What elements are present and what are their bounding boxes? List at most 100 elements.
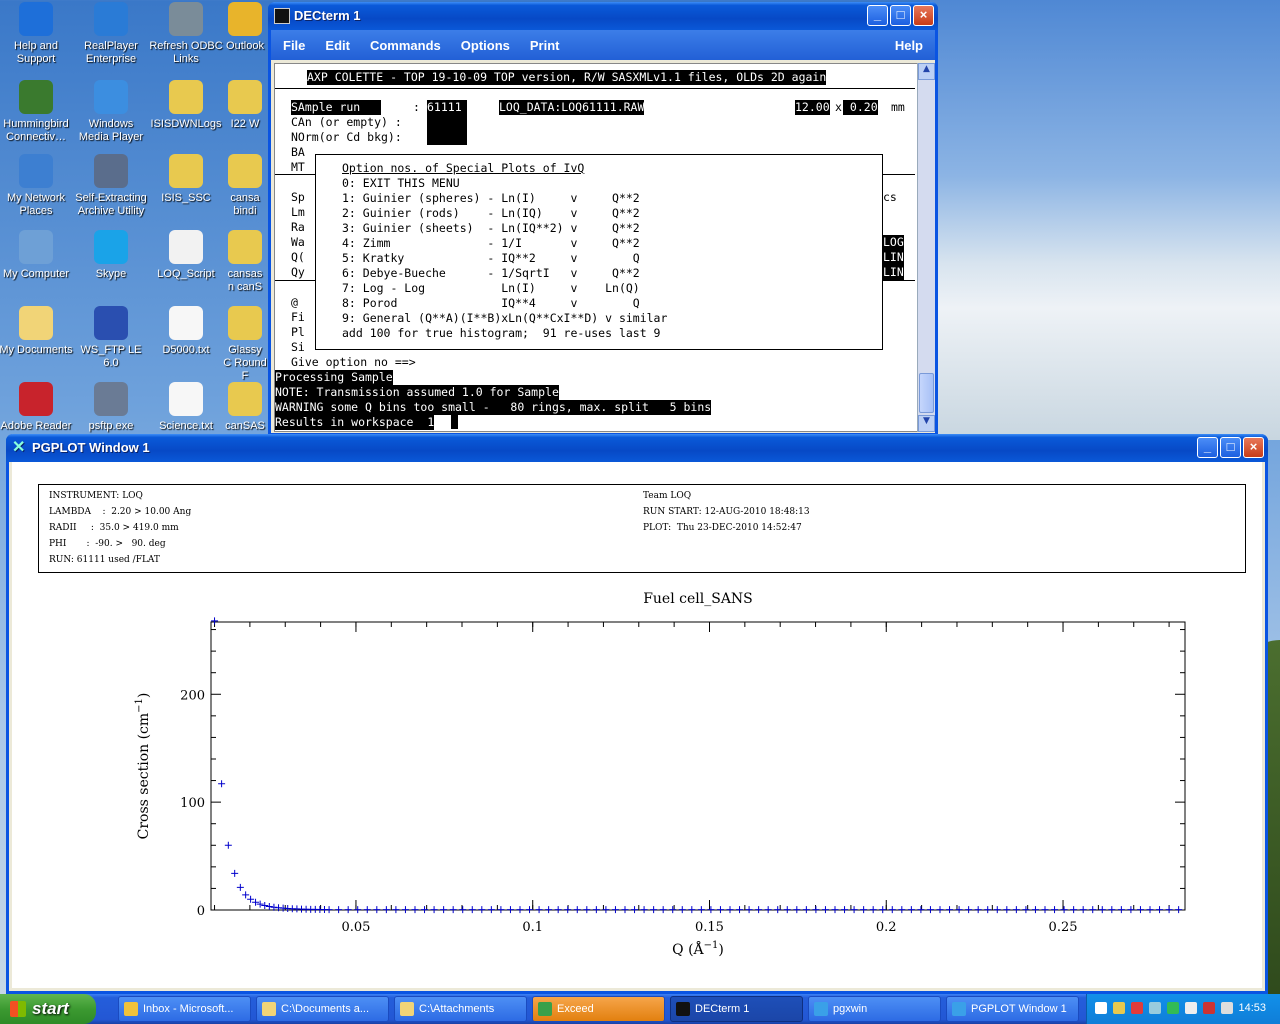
close-button[interactable]: × bbox=[1243, 437, 1264, 458]
tray-icon[interactable] bbox=[1167, 1002, 1179, 1014]
menu-options[interactable]: Options bbox=[461, 38, 510, 53]
pgplot-titlebar[interactable]: ✕ PGPLOT Window 1 _ □ × bbox=[6, 434, 1268, 462]
desktop-icon-glyph bbox=[228, 306, 262, 340]
minimize-button[interactable]: _ bbox=[867, 5, 888, 26]
data-point bbox=[688, 906, 696, 914]
taskbar-button[interactable]: Inbox - Microsoft... bbox=[118, 996, 251, 1022]
desktop-icon[interactable]: ISISDWNLogs bbox=[148, 80, 224, 131]
menu-edit[interactable]: Edit bbox=[325, 38, 350, 53]
desktop-icon[interactable]: Skype bbox=[73, 230, 149, 281]
taskbar-button[interactable]: PGPLOT Window 1 bbox=[946, 996, 1079, 1022]
scroll-down-arrow[interactable]: ▼ bbox=[918, 415, 935, 432]
desktop-icon[interactable]: My Documents bbox=[0, 306, 74, 357]
data-point bbox=[946, 906, 954, 914]
taskbar-button-label: PGPLOT Window 1 bbox=[971, 1003, 1067, 1015]
desktop-icon[interactable]: Outlook bbox=[223, 2, 267, 53]
desktop-icon[interactable]: RealPlayer Enterprise bbox=[73, 2, 149, 66]
can-field[interactable] bbox=[427, 115, 467, 130]
desktop-icon[interactable]: Help and Support bbox=[0, 2, 74, 66]
data-point bbox=[879, 906, 887, 914]
windows-logo-icon bbox=[10, 1001, 26, 1017]
norm-field[interactable] bbox=[427, 130, 467, 145]
maximize-button[interactable]: □ bbox=[1220, 437, 1241, 458]
desktop-icon[interactable]: Adobe Reader bbox=[0, 382, 74, 433]
menu-file[interactable]: File bbox=[283, 38, 305, 53]
desktop-icon[interactable]: WS_FTP LE 6.0 bbox=[73, 306, 149, 370]
tray-icon[interactable] bbox=[1185, 1002, 1197, 1014]
minimize-button[interactable]: _ bbox=[1197, 437, 1218, 458]
tray-icon[interactable] bbox=[1203, 1002, 1215, 1014]
size-b-field[interactable]: 0.20 bbox=[843, 100, 878, 115]
data-point bbox=[373, 906, 381, 914]
decterm-titlebar[interactable]: DECterm 1 _ □ × bbox=[268, 2, 938, 30]
vertical-scrollbar[interactable]: ▲ ▼ bbox=[917, 63, 935, 432]
scroll-thumb[interactable] bbox=[919, 373, 934, 413]
plot-canvas[interactable]: INSTRUMENT: LOQ LAMBDA : 2.20 > 10.00 Ang… bbox=[12, 462, 1262, 988]
taskbar-button[interactable]: DECterm 1 bbox=[670, 996, 803, 1022]
tray-icon[interactable] bbox=[1149, 1002, 1161, 1014]
desktop-icon[interactable]: Refresh ODBC Links bbox=[148, 2, 224, 66]
status-line: Results in workspace 1 bbox=[275, 415, 435, 430]
terminal-screen[interactable]: AXP COLETTE - TOP 19-10-09 TOP version, … bbox=[274, 63, 919, 432]
desktop-icon[interactable]: canSAS bbox=[223, 382, 267, 433]
desktop-icon[interactable]: My Network Places bbox=[0, 154, 74, 218]
option-prompt[interactable]: Give option no ==> bbox=[291, 355, 416, 370]
data-point bbox=[1108, 906, 1116, 914]
taskbar-button[interactable]: Exceed bbox=[532, 996, 665, 1022]
desktop-icon-label: D5000.txt bbox=[162, 344, 210, 356]
desktop-icon-glyph bbox=[94, 382, 128, 416]
desktop-icon[interactable]: Self-Extracting Archive Utility bbox=[73, 154, 149, 218]
taskbar-button[interactable]: pgxwin bbox=[808, 996, 941, 1022]
taskbar-button[interactable]: C:\Documents a... bbox=[256, 996, 389, 1022]
desktop-icon[interactable]: Windows Media Player bbox=[73, 80, 149, 144]
tray-icon[interactable] bbox=[1113, 1002, 1125, 1014]
start-button[interactable]: start bbox=[0, 994, 96, 1024]
desktop-icon[interactable]: cansas n canS bbox=[223, 230, 267, 294]
desktop-icon[interactable]: psftp.exe bbox=[73, 382, 149, 433]
data-point bbox=[218, 780, 226, 788]
sample-run-field[interactable]: 61111 bbox=[427, 100, 467, 115]
window-title: PGPLOT Window 1 bbox=[32, 440, 150, 455]
data-point bbox=[669, 906, 677, 914]
tray-icon[interactable] bbox=[1131, 1002, 1143, 1014]
tray-icon[interactable] bbox=[1095, 1002, 1107, 1014]
desktop-icon[interactable]: D5000.txt bbox=[148, 306, 224, 357]
decterm-menubar: File Edit Commands Options Print Help bbox=[271, 30, 935, 60]
menu-commands[interactable]: Commands bbox=[370, 38, 441, 53]
data-point bbox=[231, 869, 239, 877]
data-point bbox=[993, 906, 1001, 914]
taskbar-button[interactable]: C:\Attachments bbox=[394, 996, 527, 1022]
data-point bbox=[1175, 906, 1183, 914]
desktop-icon[interactable]: ISIS_SSC bbox=[148, 154, 224, 205]
taskbar-button-label: DECterm 1 bbox=[695, 1003, 750, 1015]
desktop-icon[interactable]: Hummingbird Connectiv… bbox=[0, 80, 74, 144]
size-a-field[interactable]: 12.00 bbox=[795, 100, 830, 115]
desktop-icon-glyph bbox=[228, 382, 262, 416]
popup-option: 1: Guinier (spheres) - Ln(I) v Q**2 bbox=[342, 191, 640, 205]
desktop-icon[interactable]: Science.txt bbox=[148, 382, 224, 433]
desktop-icon[interactable]: I22 W bbox=[223, 80, 267, 131]
maximize-button[interactable]: □ bbox=[890, 5, 911, 26]
menu-print[interactable]: Print bbox=[530, 38, 560, 53]
sample-file: LOQ_DATA:LOQ61111.RAW bbox=[499, 100, 645, 115]
data-point bbox=[252, 898, 260, 906]
desktop-icon[interactable]: LOQ_Script bbox=[148, 230, 224, 281]
desktop-icon[interactable]: Glassy C Round F bbox=[223, 306, 267, 383]
size-unit: mm bbox=[891, 100, 905, 114]
popup-option: 9: General (Q**A)(I**B)xLn(Q**CxI**D) v … bbox=[342, 311, 668, 325]
tray-icon[interactable] bbox=[1221, 1002, 1233, 1014]
clock[interactable]: 14:53 bbox=[1238, 1002, 1266, 1014]
data-point bbox=[478, 906, 486, 914]
field-code: Pl bbox=[291, 325, 305, 339]
taskbar-app-icon bbox=[262, 1002, 276, 1016]
flag-lin: LIN bbox=[883, 250, 904, 265]
desktop-icon[interactable]: cansa bindi bbox=[223, 154, 267, 218]
data-point bbox=[265, 902, 273, 910]
x-tick-label: 0.1 bbox=[522, 920, 543, 935]
scroll-up-arrow[interactable]: ▲ bbox=[918, 63, 935, 80]
desktop-icon[interactable]: My Computer bbox=[0, 230, 74, 281]
desktop-icon-glyph bbox=[94, 154, 128, 188]
close-button[interactable]: × bbox=[913, 5, 934, 26]
data-point bbox=[459, 906, 467, 914]
menu-help[interactable]: Help bbox=[895, 38, 923, 53]
